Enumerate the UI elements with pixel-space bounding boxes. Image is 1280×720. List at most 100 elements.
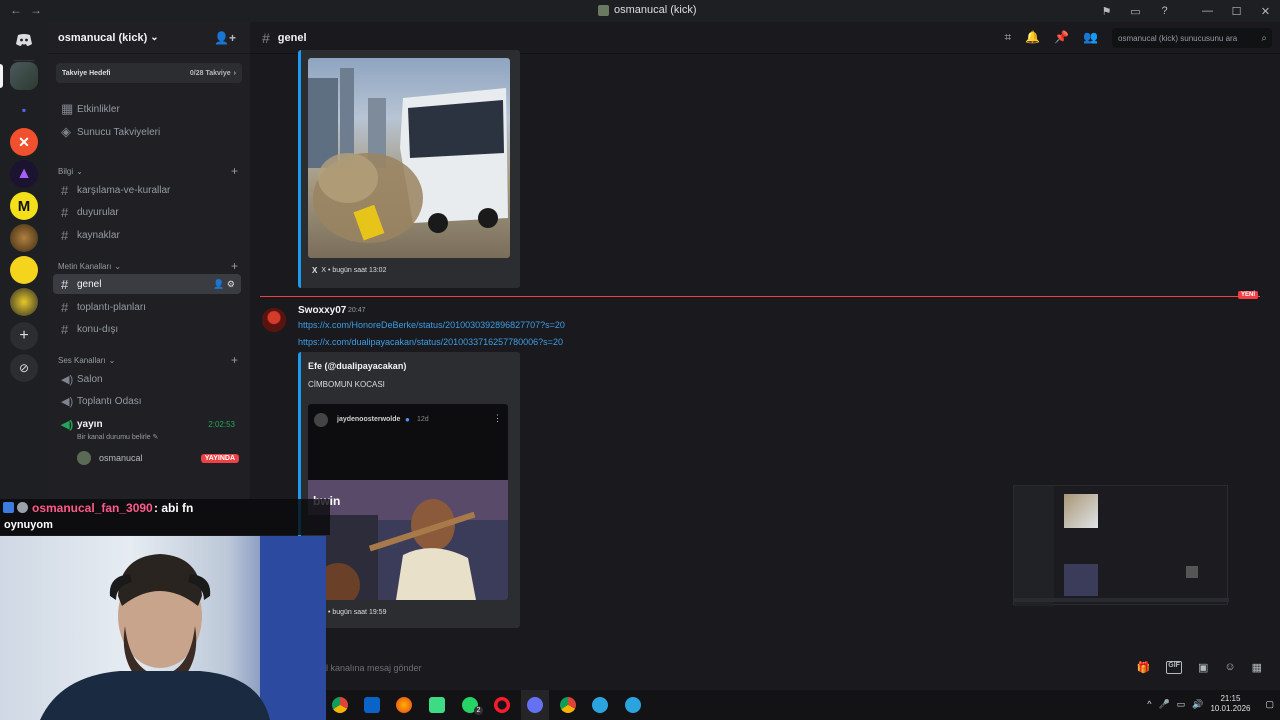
telegram-2-icon[interactable]	[625, 697, 641, 713]
voice-user[interactable]: osmanucal YAYINDA	[77, 449, 239, 467]
server-avatar[interactable]	[10, 288, 38, 316]
search-icon: ⌕	[1261, 32, 1267, 44]
channel-genel[interactable]: # genel 👤 ⚙	[53, 274, 241, 294]
emoji-icon[interactable]: ☺	[1224, 661, 1235, 674]
message-link-1[interactable]: https://x.com/HonoreDeBerke/status/20100…	[298, 320, 565, 330]
message-time: 20:47	[348, 307, 366, 314]
hash-icon: #	[61, 321, 69, 337]
category-info[interactable]: Bilgi ⌄ +	[58, 165, 238, 177]
maximize-button[interactable]: ☐	[1222, 5, 1251, 18]
server-orange[interactable]: ✕	[10, 128, 38, 156]
more-icon[interactable]: ⋮	[493, 413, 502, 424]
sticker-icon[interactable]: ▣	[1198, 661, 1208, 674]
voice-status[interactable]: Bir kanal durumu belirle ✎	[77, 433, 158, 441]
chat-username: osmanucal_fan_3090	[32, 501, 153, 515]
channel-karsilama[interactable]: # karşılama-ve-kurallar	[53, 180, 241, 200]
webcam-overlay	[0, 536, 326, 720]
flag-icon[interactable]: ⚑	[1092, 5, 1121, 18]
hash-icon: #	[61, 227, 69, 243]
minimize-button[interactable]: —	[1193, 5, 1222, 17]
windows-taskbar: 2 ^ 🎤 ▭ 🔊 21:15 10.01.2026 ▢	[326, 690, 1280, 720]
bell-icon[interactable]: 🔔	[1025, 30, 1040, 45]
category-voice[interactable]: Ses Kanalları ⌄ +	[58, 354, 238, 366]
channel-konu-disi[interactable]: # konu-dışı	[53, 319, 241, 339]
message-link-2[interactable]: https://x.com/dualipayacakan/status/2010…	[298, 337, 563, 347]
message-author[interactable]: Swoxxy07	[298, 305, 346, 316]
active-app-highlight	[521, 690, 549, 720]
outlook-icon[interactable]	[364, 697, 380, 713]
speaker-icon: ◀)	[61, 373, 74, 386]
embed-author[interactable]: Efe (@dualipayacakan)	[308, 361, 406, 371]
pin-icon[interactable]: 📌	[1054, 30, 1069, 45]
speaker-icon: ◀)	[61, 395, 74, 408]
voice-channel-yayin[interactable]: ◀) yayın 2:02:53	[53, 414, 241, 434]
channel-events[interactable]: ▦ Etkinlikler	[53, 99, 241, 119]
gift-icon[interactable]: 🎁	[1137, 661, 1151, 674]
nav-arrows[interactable]: ←→	[10, 3, 50, 17]
android-studio-icon[interactable]	[429, 697, 445, 713]
boost-icon: ◈	[61, 124, 71, 139]
apps-icon[interactable]: ▦	[1252, 661, 1262, 674]
server-yellow-face[interactable]	[10, 256, 38, 284]
embed-text: CİMBOMUN KOCASI	[308, 380, 385, 389]
chrome-icon[interactable]	[332, 697, 348, 713]
embed-image-bus[interactable]	[308, 58, 510, 258]
voice-channel-salon[interactable]: ◀) Salon	[53, 369, 241, 389]
channel-toplanti-planlari[interactable]: # toplantı-planları	[53, 297, 241, 317]
channel-kaynaklar[interactable]: # kaynaklar	[53, 225, 241, 245]
add-channel-icon[interactable]: +	[231, 354, 238, 366]
add-channel-icon[interactable]: +	[231, 260, 238, 272]
guild-name: osmanucal (kick)	[58, 31, 148, 44]
discover-button[interactable]: ⊘	[10, 354, 38, 382]
members-icon[interactable]: 👥	[1083, 30, 1098, 45]
window-title: osmanucal (kick)	[598, 4, 697, 16]
chat-badges	[3, 502, 28, 513]
network-icon[interactable]: ▭	[1177, 699, 1186, 710]
tray-expand-icon[interactable]: ^	[1147, 699, 1151, 709]
folder-icon[interactable]: ▪	[10, 96, 38, 124]
embed-image-post[interactable]: jaydenoosterwolde ● 12d ⋮ bwin	[308, 404, 508, 600]
telegram-icon[interactable]	[592, 697, 608, 713]
notification-icon[interactable]: ▢	[1265, 699, 1274, 710]
server-sidebar: ▪ ✕ ▲ M + ⊘	[0, 22, 48, 500]
add-channel-icon[interactable]: +	[231, 165, 238, 177]
voice-channel-toplanti-odasi[interactable]: ◀) Toplantı Odası	[53, 391, 241, 411]
server-m[interactable]: M	[10, 192, 38, 220]
server-triangle[interactable]: ▲	[10, 160, 38, 188]
server-osmanucal[interactable]	[10, 62, 38, 90]
selected-server-pill	[0, 64, 3, 88]
server-bronze[interactable]	[10, 224, 38, 252]
discord-home-icon[interactable]	[10, 26, 38, 54]
guild-header[interactable]: osmanucal (kick) ⌄ 👤+	[48, 22, 250, 54]
category-text[interactable]: Metin Kanalları ⌄ +	[58, 260, 238, 272]
threads-icon[interactable]: ⌗	[1004, 30, 1011, 45]
chat-message: : abi fn	[154, 501, 194, 515]
firefox-icon[interactable]	[396, 697, 412, 713]
chrome-profile-icon[interactable]	[560, 697, 576, 713]
close-button[interactable]: ✕	[1251, 5, 1280, 18]
screen-preview-thumbnail[interactable]	[1013, 485, 1229, 606]
message-input[interactable]: l kanalına mesaj gönder 🎁 GIF ▣ ☺ ▦	[250, 654, 1280, 682]
gif-icon[interactable]: GIF	[1166, 661, 1182, 674]
add-server-button[interactable]: +	[10, 322, 38, 350]
volume-icon[interactable]: 🔊	[1192, 699, 1203, 710]
avatar[interactable]	[262, 308, 286, 332]
boost-goal[interactable]: Takviye Hedefi 0/28 Takviye ›	[56, 63, 242, 83]
badge-icon	[17, 502, 28, 513]
calendar-icon: ▦	[61, 101, 74, 116]
inbox-icon[interactable]: ▭	[1121, 5, 1150, 18]
invite-icon[interactable]: 👤+	[214, 31, 236, 45]
help-icon[interactable]: ?	[1150, 5, 1179, 17]
channel-settings-icons[interactable]: 👤 ⚙	[213, 279, 235, 290]
verified-icon: ●	[405, 415, 410, 424]
pencil-icon: ✎	[152, 434, 159, 441]
speaker-icon: ◀)	[61, 418, 74, 431]
clock[interactable]: 21:15 10.01.2026	[1210, 694, 1250, 714]
channel-duyurular[interactable]: # duyurular	[53, 202, 241, 222]
microphone-icon[interactable]: 🎤	[1158, 699, 1169, 710]
hash-icon: #	[61, 299, 69, 315]
channel-server-boosts[interactable]: ◈ Sunucu Takviyeleri	[53, 122, 241, 142]
post-user: jaydenoosterwolde	[337, 416, 401, 423]
search-input[interactable]: osmanucal (kick) sunucusunu ara ⌕	[1112, 28, 1272, 48]
opera-icon[interactable]	[494, 697, 510, 713]
